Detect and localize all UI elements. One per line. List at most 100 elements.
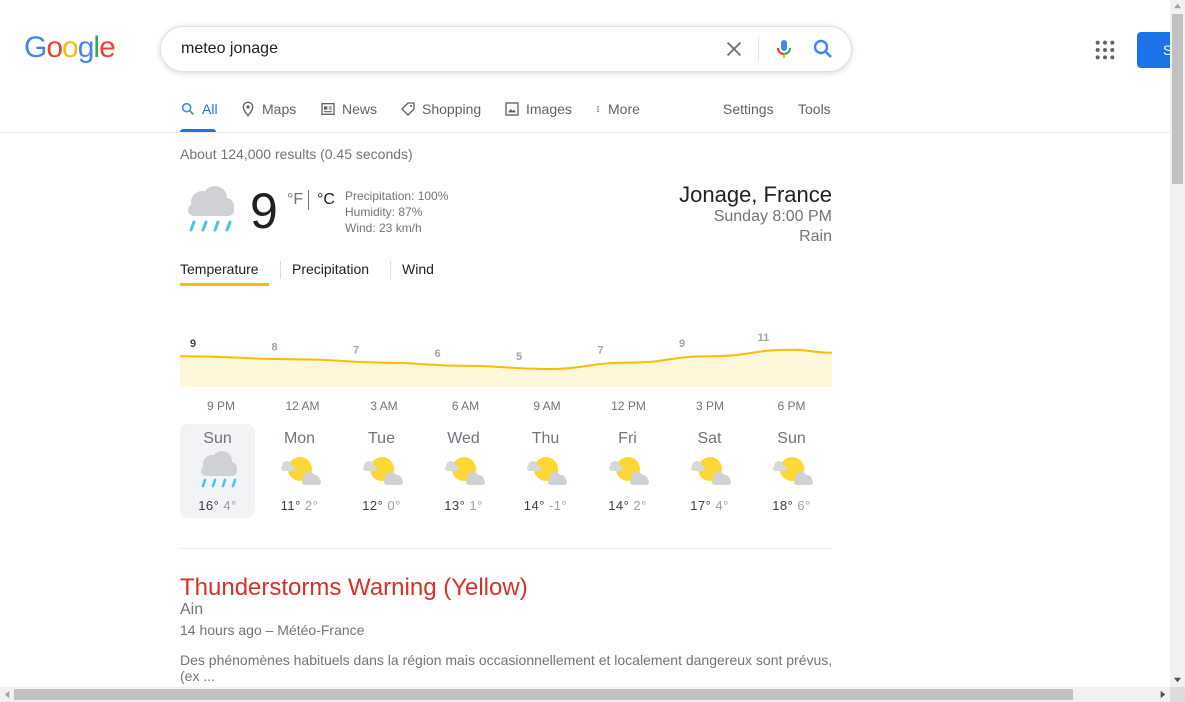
temperature-data-label: 6: [434, 348, 440, 360]
vertical-scrollbar-thumb[interactable]: [1172, 14, 1183, 184]
temperature-data-label: 11: [758, 332, 770, 344]
header-divider: [0, 132, 1170, 133]
day-forecast[interactable]: Tue 12° 0°: [344, 424, 419, 518]
day-low: 6°: [797, 498, 811, 513]
partly-cloudy-icon: [524, 450, 568, 490]
day-name: Tue: [368, 430, 395, 447]
day-forecast[interactable]: Mon 11° 2°: [262, 424, 337, 518]
day-forecast[interactable]: Thu 14° -1°: [508, 424, 583, 518]
search-box[interactable]: meteo jonage: [160, 26, 852, 72]
scroll-left-arrow-icon[interactable]: [3, 690, 12, 699]
day-name: Sat: [697, 430, 722, 447]
weather-tab-separator: [280, 261, 281, 279]
partly-cloudy-icon: [360, 450, 404, 490]
scroll-right-arrow-icon[interactable]: [1158, 690, 1167, 699]
unit-fahrenheit-toggle[interactable]: °F: [287, 191, 303, 209]
day-temperatures: 13° 1°: [426, 498, 501, 513]
day-low: 1°: [469, 498, 483, 513]
temperature-data-label: 9: [190, 338, 196, 350]
day-low: 2°: [304, 498, 319, 513]
tab-precipitation[interactable]: Precipitation: [292, 261, 369, 277]
temperature-chart: 9 8 7 6 5 7 9 11: [180, 332, 832, 387]
clear-icon[interactable]: [723, 38, 745, 60]
result-stats: About 124,000 results (0.45 seconds): [180, 146, 413, 162]
hour-label: 6 AM: [451, 399, 480, 413]
search-input[interactable]: meteo jonage: [181, 40, 278, 58]
day-high: 11°: [280, 498, 301, 513]
warning-description: Des phénomènes habituels dans la région …: [180, 652, 833, 684]
wind-detail: Wind: 23 km/h: [345, 221, 422, 235]
logo-letter: o: [62, 31, 79, 64]
search-icon: [181, 102, 194, 115]
rain-icon: [196, 450, 240, 490]
day-high: 14°: [523, 498, 545, 513]
day-low: 4°: [223, 498, 237, 513]
logo-letter: g: [77, 31, 95, 64]
more-vert-icon: [597, 105, 599, 113]
day-temperatures: 11° 2°: [262, 498, 337, 513]
tab-news[interactable]: News: [320, 101, 377, 117]
day-temperatures: 17° 4°: [672, 498, 747, 513]
tab-images[interactable]: Images: [504, 101, 572, 117]
day-forecast[interactable]: Sun 16° 4°: [180, 424, 255, 518]
logo-letter: e: [99, 31, 116, 64]
day-forecast[interactable]: Sun 18° 6°: [754, 424, 829, 518]
google-logo[interactable]: Google: [24, 31, 116, 65]
tab-shopping[interactable]: Shopping: [400, 101, 481, 117]
horizontal-scrollbar-thumb[interactable]: [14, 689, 1073, 700]
tab-more[interactable]: More: [594, 101, 640, 117]
tab-label: Shopping: [422, 101, 482, 117]
map-pin-icon: [242, 101, 254, 117]
day-name: Fri: [618, 430, 637, 447]
day-name: Wed: [447, 430, 480, 447]
temperature-data-label: 7: [597, 345, 603, 357]
humidity-detail: Humidity: 87%: [345, 205, 423, 219]
day-name: Sun: [203, 430, 232, 447]
tab-settings[interactable]: Settings: [723, 101, 774, 117]
day-high: 17°: [690, 498, 712, 513]
hour-label: 9 AM: [533, 399, 561, 413]
day-high: 12°: [362, 498, 384, 513]
day-low: 0°: [387, 498, 401, 513]
day-low: 4°: [715, 498, 729, 513]
search-icon[interactable]: [811, 37, 835, 61]
day-forecast[interactable]: Wed 13° 1°: [426, 424, 501, 518]
tab-tools[interactable]: Tools: [798, 101, 831, 117]
tab-wind[interactable]: Wind: [402, 261, 434, 277]
day-name: Sun: [777, 430, 806, 447]
logo-letter: o: [46, 31, 63, 64]
day-forecast[interactable]: Sat 17° 4°: [672, 424, 747, 518]
day-high: 14°: [608, 498, 630, 513]
day-low: 2°: [633, 498, 647, 513]
image-icon: [505, 102, 519, 116]
scroll-down-arrow-icon[interactable]: [1173, 675, 1182, 684]
scrollbar-corner: [1170, 687, 1185, 702]
day-forecast[interactable]: Fri 14° 2°: [590, 424, 665, 518]
tab-maps[interactable]: Maps: [240, 101, 296, 117]
scroll-up-arrow-icon[interactable]: [1173, 2, 1182, 11]
warning-title-link[interactable]: Thunderstorms Warning (Yellow): [180, 574, 528, 602]
day-low: -1°: [548, 498, 568, 513]
day-high: 16°: [198, 498, 220, 513]
day-temperatures: 16° 4°: [180, 498, 255, 513]
partly-cloudy-icon: [688, 450, 732, 490]
temperature-data-label: 9: [679, 338, 685, 350]
microphone-icon[interactable]: [772, 37, 796, 61]
hour-label: 12 AM: [285, 399, 320, 413]
tab-all[interactable]: All: [180, 101, 218, 117]
unit-celsius-toggle[interactable]: °C: [317, 191, 335, 209]
day-high: 18°: [772, 498, 794, 513]
tab-label: Maps: [262, 101, 297, 117]
tab-label: Images: [526, 101, 572, 117]
day-high: 13°: [444, 498, 466, 513]
apps-grid-icon[interactable]: [1094, 39, 1116, 61]
hour-label: 6 PM: [777, 399, 806, 413]
partly-cloudy-icon: [606, 450, 650, 490]
tab-label: All: [202, 101, 218, 117]
temperature-data-label: 8: [271, 341, 277, 353]
weather-location: Jonage, France: [679, 182, 832, 207]
day-temperatures: 14° 2°: [590, 498, 665, 513]
tab-temperature[interactable]: Temperature: [180, 261, 259, 277]
precipitation-detail: Precipitation: 100%: [345, 189, 449, 203]
hour-label: 9 PM: [206, 399, 235, 413]
